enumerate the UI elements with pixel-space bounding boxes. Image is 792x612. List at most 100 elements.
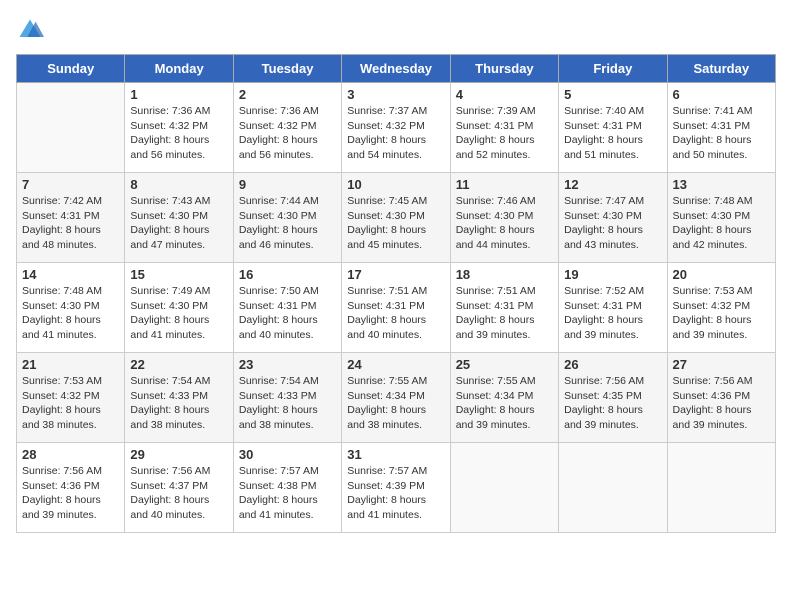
calendar: SundayMondayTuesdayWednesdayThursdayFrid… xyxy=(16,54,776,533)
calendar-cell: 29 Sunrise: 7:56 AMSunset: 4:37 PMDayligh… xyxy=(125,443,233,533)
calendar-cell: 28 Sunrise: 7:56 AMSunset: 4:36 PMDayligh… xyxy=(17,443,125,533)
day-info: Sunrise: 7:52 AMSunset: 4:31 PMDaylight:… xyxy=(564,284,661,343)
day-number: 12 xyxy=(564,177,661,192)
weekday-header-friday: Friday xyxy=(559,55,667,83)
day-number: 16 xyxy=(239,267,336,282)
week-row-4: 21 Sunrise: 7:53 AMSunset: 4:32 PMDayligh… xyxy=(17,353,776,443)
day-info: Sunrise: 7:42 AMSunset: 4:31 PMDaylight:… xyxy=(22,194,119,253)
day-info: Sunrise: 7:53 AMSunset: 4:32 PMDaylight:… xyxy=(22,374,119,433)
day-number: 26 xyxy=(564,357,661,372)
logo xyxy=(16,16,48,44)
day-info: Sunrise: 7:55 AMSunset: 4:34 PMDaylight:… xyxy=(456,374,553,433)
calendar-cell: 20Sunrise: 7:53 AMSunset: 4:32 PMDayligh… xyxy=(667,263,775,353)
day-info: Sunrise: 7:56 AMSunset: 4:36 PMDaylight:… xyxy=(673,374,770,433)
day-info: Sunrise: 7:50 AMSunset: 4:31 PMDaylight:… xyxy=(239,284,336,343)
calendar-cell: 11 Sunrise: 7:46 AMSunset: 4:30 PMDayligh… xyxy=(450,173,558,263)
day-number: 28 xyxy=(22,447,119,462)
calendar-cell: 3Sunrise: 7:37 AMSunset: 4:32 PMDaylight… xyxy=(342,83,450,173)
day-info: Sunrise: 7:56 AMSunset: 4:37 PMDaylight:… xyxy=(130,464,227,523)
day-info: Sunrise: 7:54 AMSunset: 4:33 PMDaylight:… xyxy=(239,374,336,433)
day-number: 10 xyxy=(347,177,444,192)
day-info: Sunrise: 7:46 AMSunset: 4:30 PMDaylight:… xyxy=(456,194,553,253)
calendar-cell: 7 Sunrise: 7:42 AMSunset: 4:31 PMDaylight… xyxy=(17,173,125,263)
day-number: 15 xyxy=(130,267,227,282)
day-number: 14 xyxy=(22,267,119,282)
day-number: 21 xyxy=(22,357,119,372)
day-number: 24 xyxy=(347,357,444,372)
day-info: Sunrise: 7:43 AMSunset: 4:30 PMDaylight:… xyxy=(130,194,227,253)
weekday-header-monday: Monday xyxy=(125,55,233,83)
calendar-cell xyxy=(559,443,667,533)
day-number: 23 xyxy=(239,357,336,372)
day-info: Sunrise: 7:44 AMSunset: 4:30 PMDaylight:… xyxy=(239,194,336,253)
day-info: Sunrise: 7:36 AMSunset: 4:32 PMDaylight:… xyxy=(239,104,336,163)
day-number: 6 xyxy=(673,87,770,102)
day-number: 20 xyxy=(673,267,770,282)
weekday-header-tuesday: Tuesday xyxy=(233,55,341,83)
calendar-cell: 8 Sunrise: 7:43 AMSunset: 4:30 PMDaylight… xyxy=(125,173,233,263)
day-info: Sunrise: 7:45 AMSunset: 4:30 PMDaylight:… xyxy=(347,194,444,253)
week-row-2: 7 Sunrise: 7:42 AMSunset: 4:31 PMDaylight… xyxy=(17,173,776,263)
weekday-header-row: SundayMondayTuesdayWednesdayThursdayFrid… xyxy=(17,55,776,83)
day-number: 11 xyxy=(456,177,553,192)
calendar-cell: 14 Sunrise: 7:48 AMSunset: 4:30 PMDayligh… xyxy=(17,263,125,353)
day-info: Sunrise: 7:56 AMSunset: 4:35 PMDaylight:… xyxy=(564,374,661,433)
day-number: 13 xyxy=(673,177,770,192)
day-number: 8 xyxy=(130,177,227,192)
calendar-cell: 22Sunrise: 7:54 AMSunset: 4:33 PMDayligh… xyxy=(125,353,233,443)
calendar-cell: 10 Sunrise: 7:45 AMSunset: 4:30 PMDayligh… xyxy=(342,173,450,263)
day-info: Sunrise: 7:47 AMSunset: 4:30 PMDaylight:… xyxy=(564,194,661,253)
day-info: Sunrise: 7:49 AMSunset: 4:30 PMDaylight:… xyxy=(130,284,227,343)
week-row-1: 1Sunrise: 7:36 AMSunset: 4:32 PMDaylight… xyxy=(17,83,776,173)
day-number: 18 xyxy=(456,267,553,282)
day-info: Sunrise: 7:51 AMSunset: 4:31 PMDaylight:… xyxy=(456,284,553,343)
day-info: Sunrise: 7:40 AMSunset: 4:31 PMDaylight:… xyxy=(564,104,661,163)
day-number: 4 xyxy=(456,87,553,102)
day-info: Sunrise: 7:48 AMSunset: 4:30 PMDaylight:… xyxy=(22,284,119,343)
day-number: 3 xyxy=(347,87,444,102)
day-number: 22 xyxy=(130,357,227,372)
calendar-cell: 24 Sunrise: 7:55 AMSunset: 4:34 PMDayligh… xyxy=(342,353,450,443)
calendar-cell: 23 Sunrise: 7:54 AMSunset: 4:33 PMDayligh… xyxy=(233,353,341,443)
week-row-5: 28 Sunrise: 7:56 AMSunset: 4:36 PMDayligh… xyxy=(17,443,776,533)
calendar-cell: 31 Sunrise: 7:57 AMSunset: 4:39 PMDayligh… xyxy=(342,443,450,533)
day-number: 31 xyxy=(347,447,444,462)
weekday-header-sunday: Sunday xyxy=(17,55,125,83)
header xyxy=(16,16,776,44)
day-info: Sunrise: 7:36 AMSunset: 4:32 PMDaylight:… xyxy=(130,104,227,163)
calendar-cell xyxy=(667,443,775,533)
day-number: 25 xyxy=(456,357,553,372)
day-info: Sunrise: 7:57 AMSunset: 4:39 PMDaylight:… xyxy=(347,464,444,523)
day-number: 29 xyxy=(130,447,227,462)
day-info: Sunrise: 7:51 AMSunset: 4:31 PMDaylight:… xyxy=(347,284,444,343)
day-info: Sunrise: 7:41 AMSunset: 4:31 PMDaylight:… xyxy=(673,104,770,163)
calendar-cell: 25 Sunrise: 7:55 AMSunset: 4:34 PMDayligh… xyxy=(450,353,558,443)
weekday-header-saturday: Saturday xyxy=(667,55,775,83)
day-number: 2 xyxy=(239,87,336,102)
day-info: Sunrise: 7:57 AMSunset: 4:38 PMDaylight:… xyxy=(239,464,336,523)
calendar-cell: 26 Sunrise: 7:56 AMSunset: 4:35 PMDayligh… xyxy=(559,353,667,443)
calendar-cell: 15 Sunrise: 7:49 AMSunset: 4:30 PMDayligh… xyxy=(125,263,233,353)
calendar-cell: 2 Sunrise: 7:36 AMSunset: 4:32 PMDaylight… xyxy=(233,83,341,173)
calendar-cell: 13 Sunrise: 7:48 AMSunset: 4:30 PMDayligh… xyxy=(667,173,775,263)
weekday-header-thursday: Thursday xyxy=(450,55,558,83)
day-number: 5 xyxy=(564,87,661,102)
day-number: 7 xyxy=(22,177,119,192)
calendar-cell: 30 Sunrise: 7:57 AMSunset: 4:38 PMDayligh… xyxy=(233,443,341,533)
calendar-cell: 21 Sunrise: 7:53 AMSunset: 4:32 PMDayligh… xyxy=(17,353,125,443)
calendar-cell: 16 Sunrise: 7:50 AMSunset: 4:31 PMDayligh… xyxy=(233,263,341,353)
weekday-header-wednesday: Wednesday xyxy=(342,55,450,83)
calendar-cell xyxy=(17,83,125,173)
day-number: 30 xyxy=(239,447,336,462)
calendar-cell: 19 Sunrise: 7:52 AMSunset: 4:31 PMDayligh… xyxy=(559,263,667,353)
day-number: 9 xyxy=(239,177,336,192)
calendar-cell: 18 Sunrise: 7:51 AMSunset: 4:31 PMDayligh… xyxy=(450,263,558,353)
calendar-cell: 27 Sunrise: 7:56 AMSunset: 4:36 PMDayligh… xyxy=(667,353,775,443)
day-number: 27 xyxy=(673,357,770,372)
day-info: Sunrise: 7:48 AMSunset: 4:30 PMDaylight:… xyxy=(673,194,770,253)
day-number: 19 xyxy=(564,267,661,282)
calendar-cell: 9 Sunrise: 7:44 AMSunset: 4:30 PMDaylight… xyxy=(233,173,341,263)
day-info: Sunrise: 7:56 AMSunset: 4:36 PMDaylight:… xyxy=(22,464,119,523)
calendar-cell: 17Sunrise: 7:51 AMSunset: 4:31 PMDayligh… xyxy=(342,263,450,353)
day-info: Sunrise: 7:55 AMSunset: 4:34 PMDaylight:… xyxy=(347,374,444,433)
